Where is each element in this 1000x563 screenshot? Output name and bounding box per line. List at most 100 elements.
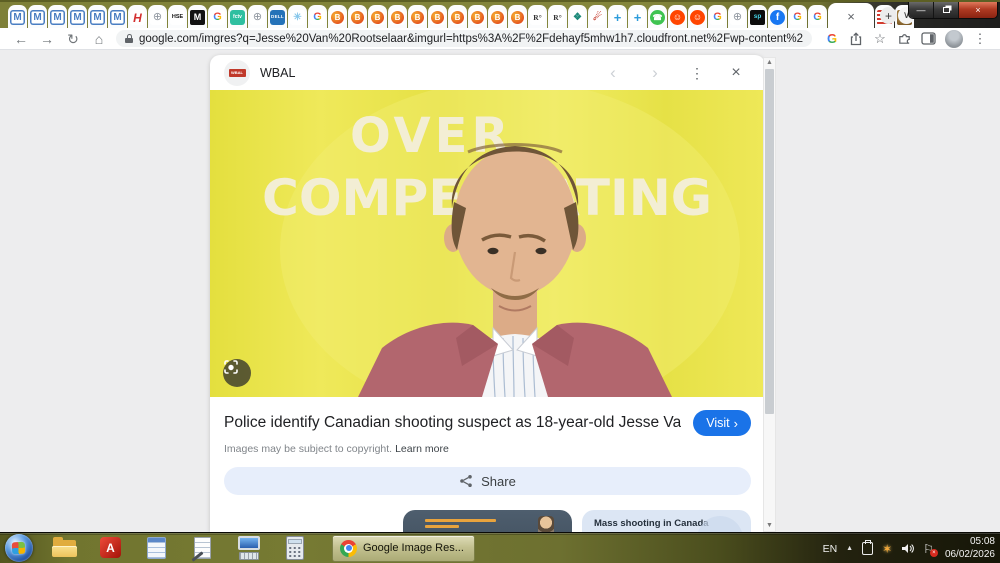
share-page-icon[interactable] — [844, 32, 868, 46]
tab-medium[interactable]: M — [188, 5, 207, 30]
tab-google[interactable]: G — [208, 5, 227, 30]
learn-more-link[interactable]: Learn more — [395, 443, 449, 455]
language-indicator[interactable]: EN — [823, 543, 838, 555]
tab-reddit[interactable]: ☺ — [688, 5, 707, 30]
start-button[interactable] — [5, 534, 33, 562]
tab-bfire[interactable]: B — [508, 5, 527, 30]
tab-rdeg[interactable]: R° — [548, 5, 567, 30]
tab-sp[interactable]: sp — [748, 5, 767, 30]
headline-bar — [425, 525, 459, 528]
page-scrollbar[interactable]: ▲ ▼ — [763, 57, 776, 532]
tab-dell[interactable]: DELL — [268, 5, 287, 30]
tab-mail[interactable]: M — [108, 5, 127, 30]
tab-hse[interactable]: HSE — [168, 5, 187, 30]
bookmark-star-icon[interactable]: ☆ — [868, 32, 892, 45]
tab-fctv[interactable]: fctv — [228, 5, 247, 30]
tab-bfire[interactable]: B — [408, 5, 427, 30]
google-favicon: G — [710, 10, 725, 25]
tab-active[interactable]: × — [828, 3, 874, 30]
action-center-flag-icon[interactable]: ⚐× — [923, 543, 934, 555]
network-activity-icon[interactable]: ✶ — [882, 543, 892, 555]
tab-reddit[interactable]: ☺ — [668, 5, 687, 30]
reload-button[interactable]: ↻ — [60, 32, 86, 46]
tab-hnews[interactable]: H — [128, 5, 147, 30]
tab-google[interactable]: G — [808, 5, 827, 30]
tab-bfire[interactable]: B — [488, 5, 507, 30]
wordpad-icon[interactable] — [190, 536, 216, 560]
main-image[interactable]: OVER COMPENSATING — [210, 90, 765, 397]
tab-mail[interactable]: M — [68, 5, 87, 30]
tab-bfire[interactable]: B — [348, 5, 367, 30]
tab-snow[interactable]: ✳ — [288, 5, 307, 30]
volume-icon[interactable] — [901, 542, 914, 555]
on-screen-keyboard-icon[interactable] — [236, 536, 262, 560]
google-lens-button[interactable] — [223, 359, 251, 387]
tab-globe[interactable]: ⊕ — [148, 5, 167, 30]
previous-image-button[interactable]: ‹ — [597, 64, 629, 81]
adobe-reader-icon[interactable]: A — [98, 536, 124, 560]
notepad-icon[interactable] — [144, 536, 170, 560]
tab-mail[interactable]: M — [28, 5, 47, 30]
tab-bfire[interactable]: B — [328, 5, 347, 30]
taskbar-active-window-button[interactable]: Google Image Res... — [332, 535, 475, 562]
next-image-button[interactable]: › — [639, 64, 671, 81]
more-options-icon[interactable]: ⋮ — [681, 66, 713, 80]
related-image-card[interactable] — [403, 510, 572, 532]
google-extension-icon[interactable]: G — [820, 32, 844, 45]
minimize-button[interactable]: — — [909, 2, 934, 18]
tab-bfire[interactable]: B — [368, 5, 387, 30]
new-tab-button[interactable]: + — [880, 7, 897, 24]
related-image-card[interactable]: Mass shooting in Canada — [582, 510, 751, 532]
tab-bfire[interactable]: B — [448, 5, 467, 30]
tab-mail[interactable]: M — [88, 5, 107, 30]
browser-menu-icon[interactable]: ⋮ — [968, 32, 992, 45]
tab-plus[interactable]: + — [608, 5, 627, 30]
tab-google[interactable]: G — [708, 5, 727, 30]
close-window-button[interactable]: × — [959, 2, 997, 18]
url-text[interactable]: google.com/imgres?q=Jesse%20Van%20Rootse… — [139, 33, 803, 45]
wbal-logo: WBAL — [229, 69, 246, 77]
share-button[interactable]: Share — [224, 467, 751, 495]
clipboard-tray-icon[interactable] — [862, 542, 873, 555]
plus-favicon: + — [610, 10, 625, 25]
tab-comet[interactable]: ☄ — [588, 5, 607, 30]
mail-favicon: M — [90, 10, 105, 25]
show-hidden-icons-icon[interactable]: ▲ — [846, 545, 853, 552]
tab-bfire[interactable]: B — [428, 5, 447, 30]
lock-icon[interactable] — [125, 34, 133, 43]
tab-plus[interactable]: + — [628, 5, 647, 30]
tab-mail[interactable]: M — [8, 5, 27, 30]
close-lightbox-button[interactable]: × — [723, 65, 749, 81]
tray-clock[interactable]: 05:08 06/02/2026 — [945, 536, 995, 561]
scrollbar-thumb[interactable] — [765, 69, 774, 414]
tab-knot[interactable]: ❖ — [568, 5, 587, 30]
back-button[interactable]: ← — [8, 32, 34, 46]
scroll-down-arrow[interactable]: ▼ — [764, 521, 775, 531]
tab-whatsapp[interactable]: ☎ — [648, 5, 667, 30]
home-button[interactable]: ⌂ — [86, 32, 112, 46]
tab-bfire[interactable]: B — [468, 5, 487, 30]
tab-globe[interactable]: ⊕ — [728, 5, 747, 30]
address-bar[interactable]: google.com/imgres?q=Jesse%20Van%20Rootse… — [116, 30, 812, 47]
file-explorer-icon[interactable] — [52, 536, 78, 560]
tab-google[interactable]: G — [788, 5, 807, 30]
tab-rdeg[interactable]: R° — [528, 5, 547, 30]
restore-button[interactable] — [934, 2, 959, 18]
forward-button[interactable]: → — [34, 32, 60, 46]
visit-button[interactable]: Visit › — [693, 410, 751, 436]
result-title[interactable]: Police identify Canadian shooting suspec… — [224, 414, 681, 432]
tab-google[interactable]: G — [308, 5, 327, 30]
source-name[interactable]: WBAL — [260, 66, 587, 80]
close-tab-icon[interactable]: × — [847, 10, 855, 23]
tab-facebook[interactable]: f — [768, 5, 787, 30]
tab-mail[interactable]: M — [48, 5, 67, 30]
tab-globe[interactable]: ⊕ — [248, 5, 267, 30]
extensions-puzzle-icon[interactable] — [892, 31, 916, 46]
calculator-icon[interactable] — [282, 536, 308, 560]
tab-bfire[interactable]: B — [388, 5, 407, 30]
related-image-card[interactable] — [224, 510, 393, 532]
profile-avatar[interactable] — [945, 30, 963, 48]
scroll-up-arrow[interactable]: ▲ — [764, 58, 775, 68]
related-card-title: Mass shooting in Canada — [594, 518, 709, 529]
side-panel-icon[interactable] — [916, 32, 940, 45]
